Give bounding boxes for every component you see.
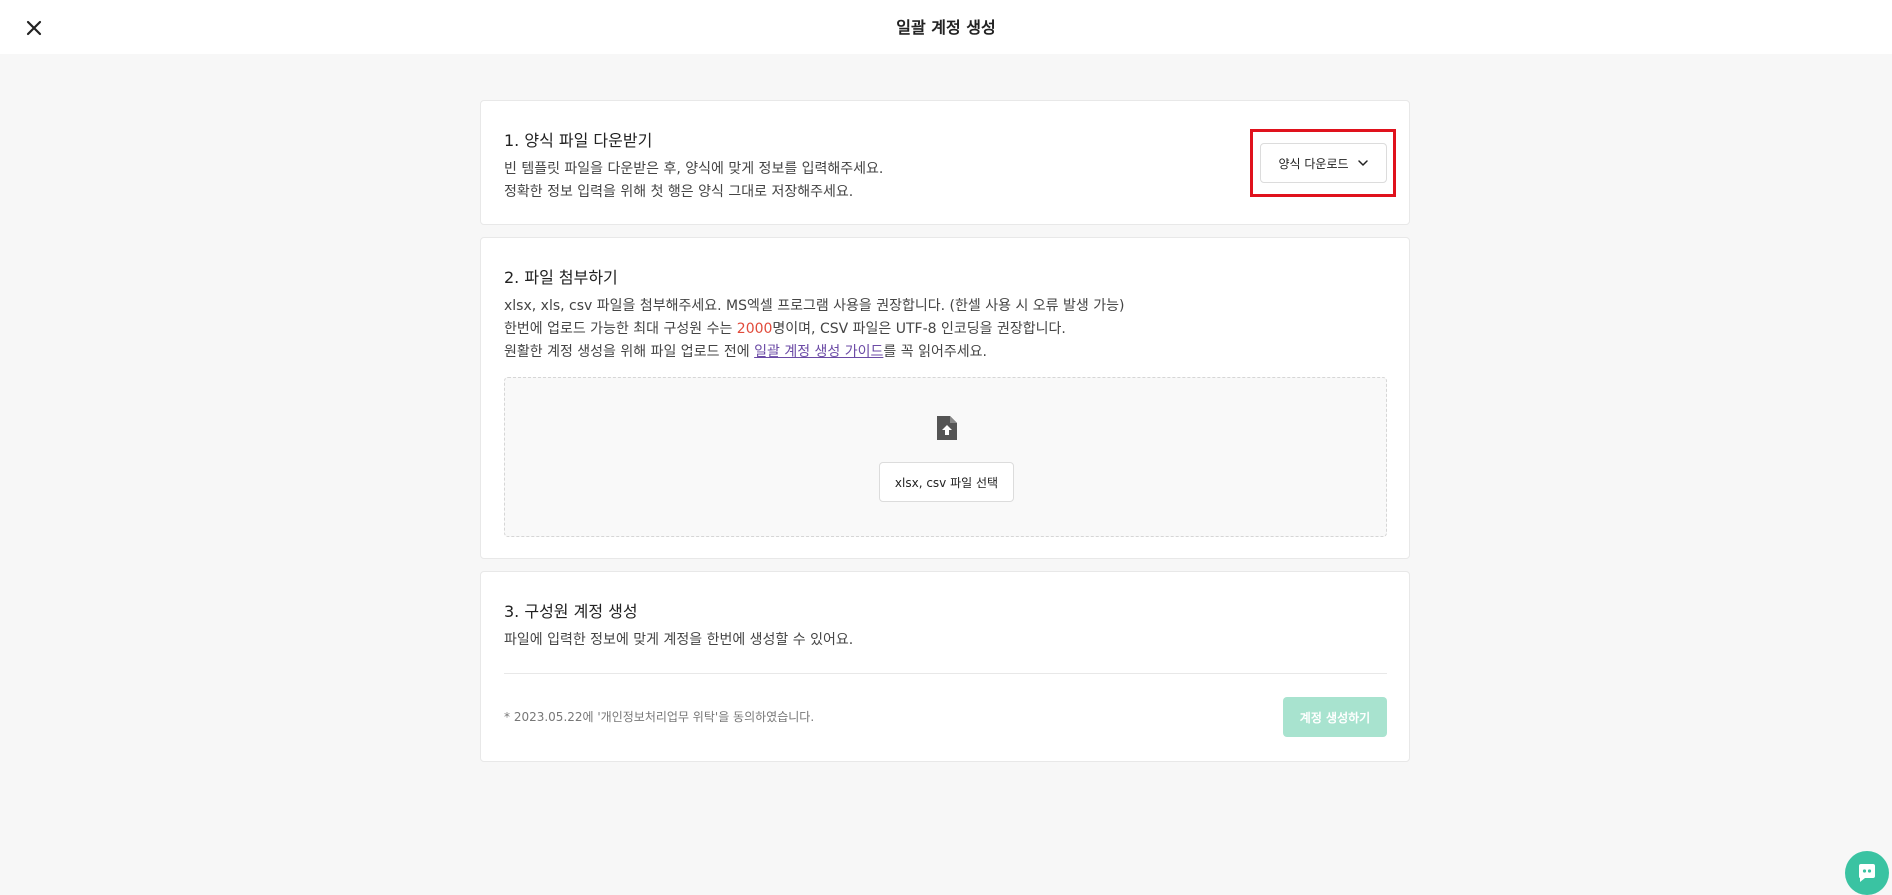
create-accounts-button[interactable]: 계정 생성하기 — [1283, 697, 1387, 737]
step2-title: 2. 파일 첨부하기 — [504, 268, 618, 287]
step2-desc-line2-suffix: 명이며, CSV 파일은 UTF-8 인코딩을 권장합니다. — [772, 321, 1066, 337]
step2-desc-line1: xlsx, xls, csv 파일을 첨부해주세요. MS엑셀 프로그램 사용을… — [504, 298, 1125, 314]
top-bar: 일괄 계정 생성 — [0, 0, 1892, 54]
step2-desc-line2: 한번에 업로드 가능한 최대 구성원 수는 2000명이며, CSV 파일은 U… — [504, 318, 1066, 338]
chat-icon — [1859, 864, 1875, 882]
divider — [504, 673, 1387, 674]
step1-card: 1. 양식 파일 다운받기 빈 템플릿 파일을 다운받은 후, 양식에 맞게 정… — [480, 100, 1410, 225]
step2-desc-line3-prefix: 원활한 계정 생성을 위해 파일 업로드 전에 — [504, 344, 755, 360]
file-upload-icon — [935, 415, 959, 441]
member-limit-value: 2000 — [736, 321, 773, 337]
chevron-down-icon — [1357, 160, 1368, 166]
template-download-button[interactable]: 양식 다운로드 — [1260, 143, 1387, 183]
step2-desc-line3-suffix: 를 꼭 읽어주세요. — [883, 344, 987, 360]
step1-desc-line2: 정확한 정보 입력을 위해 첫 행은 양식 그대로 저장해주세요. — [504, 184, 854, 200]
step1-desc-line1: 빈 템플릿 파일을 다운받은 후, 양식에 맞게 정보를 입력해주세요. — [504, 161, 884, 177]
step2-desc-line2-prefix: 한번에 업로드 가능한 최대 구성원 수는 — [504, 321, 737, 337]
consent-note: * 2023.05.22에 '개인정보처리업무 위탁'을 동의하였습니다. — [504, 710, 815, 724]
step1-title: 1. 양식 파일 다운받기 — [504, 131, 653, 150]
file-dropzone[interactable]: xlsx, csv 파일 선택 — [504, 377, 1387, 537]
step3-desc: 파일에 입력한 정보에 맞게 계정을 한번에 생성할 수 있어요. — [504, 632, 854, 648]
step2-desc-line3: 원활한 계정 생성을 위해 파일 업로드 전에 일괄 계정 생성 가이드를 꼭 … — [504, 341, 987, 361]
template-download-label: 양식 다운로드 — [1278, 156, 1349, 171]
file-select-button[interactable]: xlsx, csv 파일 선택 — [879, 462, 1014, 502]
step2-card: 2. 파일 첨부하기 xlsx, xls, csv 파일을 첨부해주세요. MS… — [480, 237, 1410, 559]
step3-card: 3. 구성원 계정 생성 파일에 입력한 정보에 맞게 계정을 한번에 생성할 … — [480, 571, 1410, 762]
page-title: 일괄 계정 생성 — [896, 18, 996, 37]
chat-button[interactable] — [1845, 851, 1889, 895]
step3-title: 3. 구성원 계정 생성 — [504, 602, 638, 621]
bulk-guide-link[interactable]: 일괄 계정 생성 가이드 — [754, 344, 883, 360]
